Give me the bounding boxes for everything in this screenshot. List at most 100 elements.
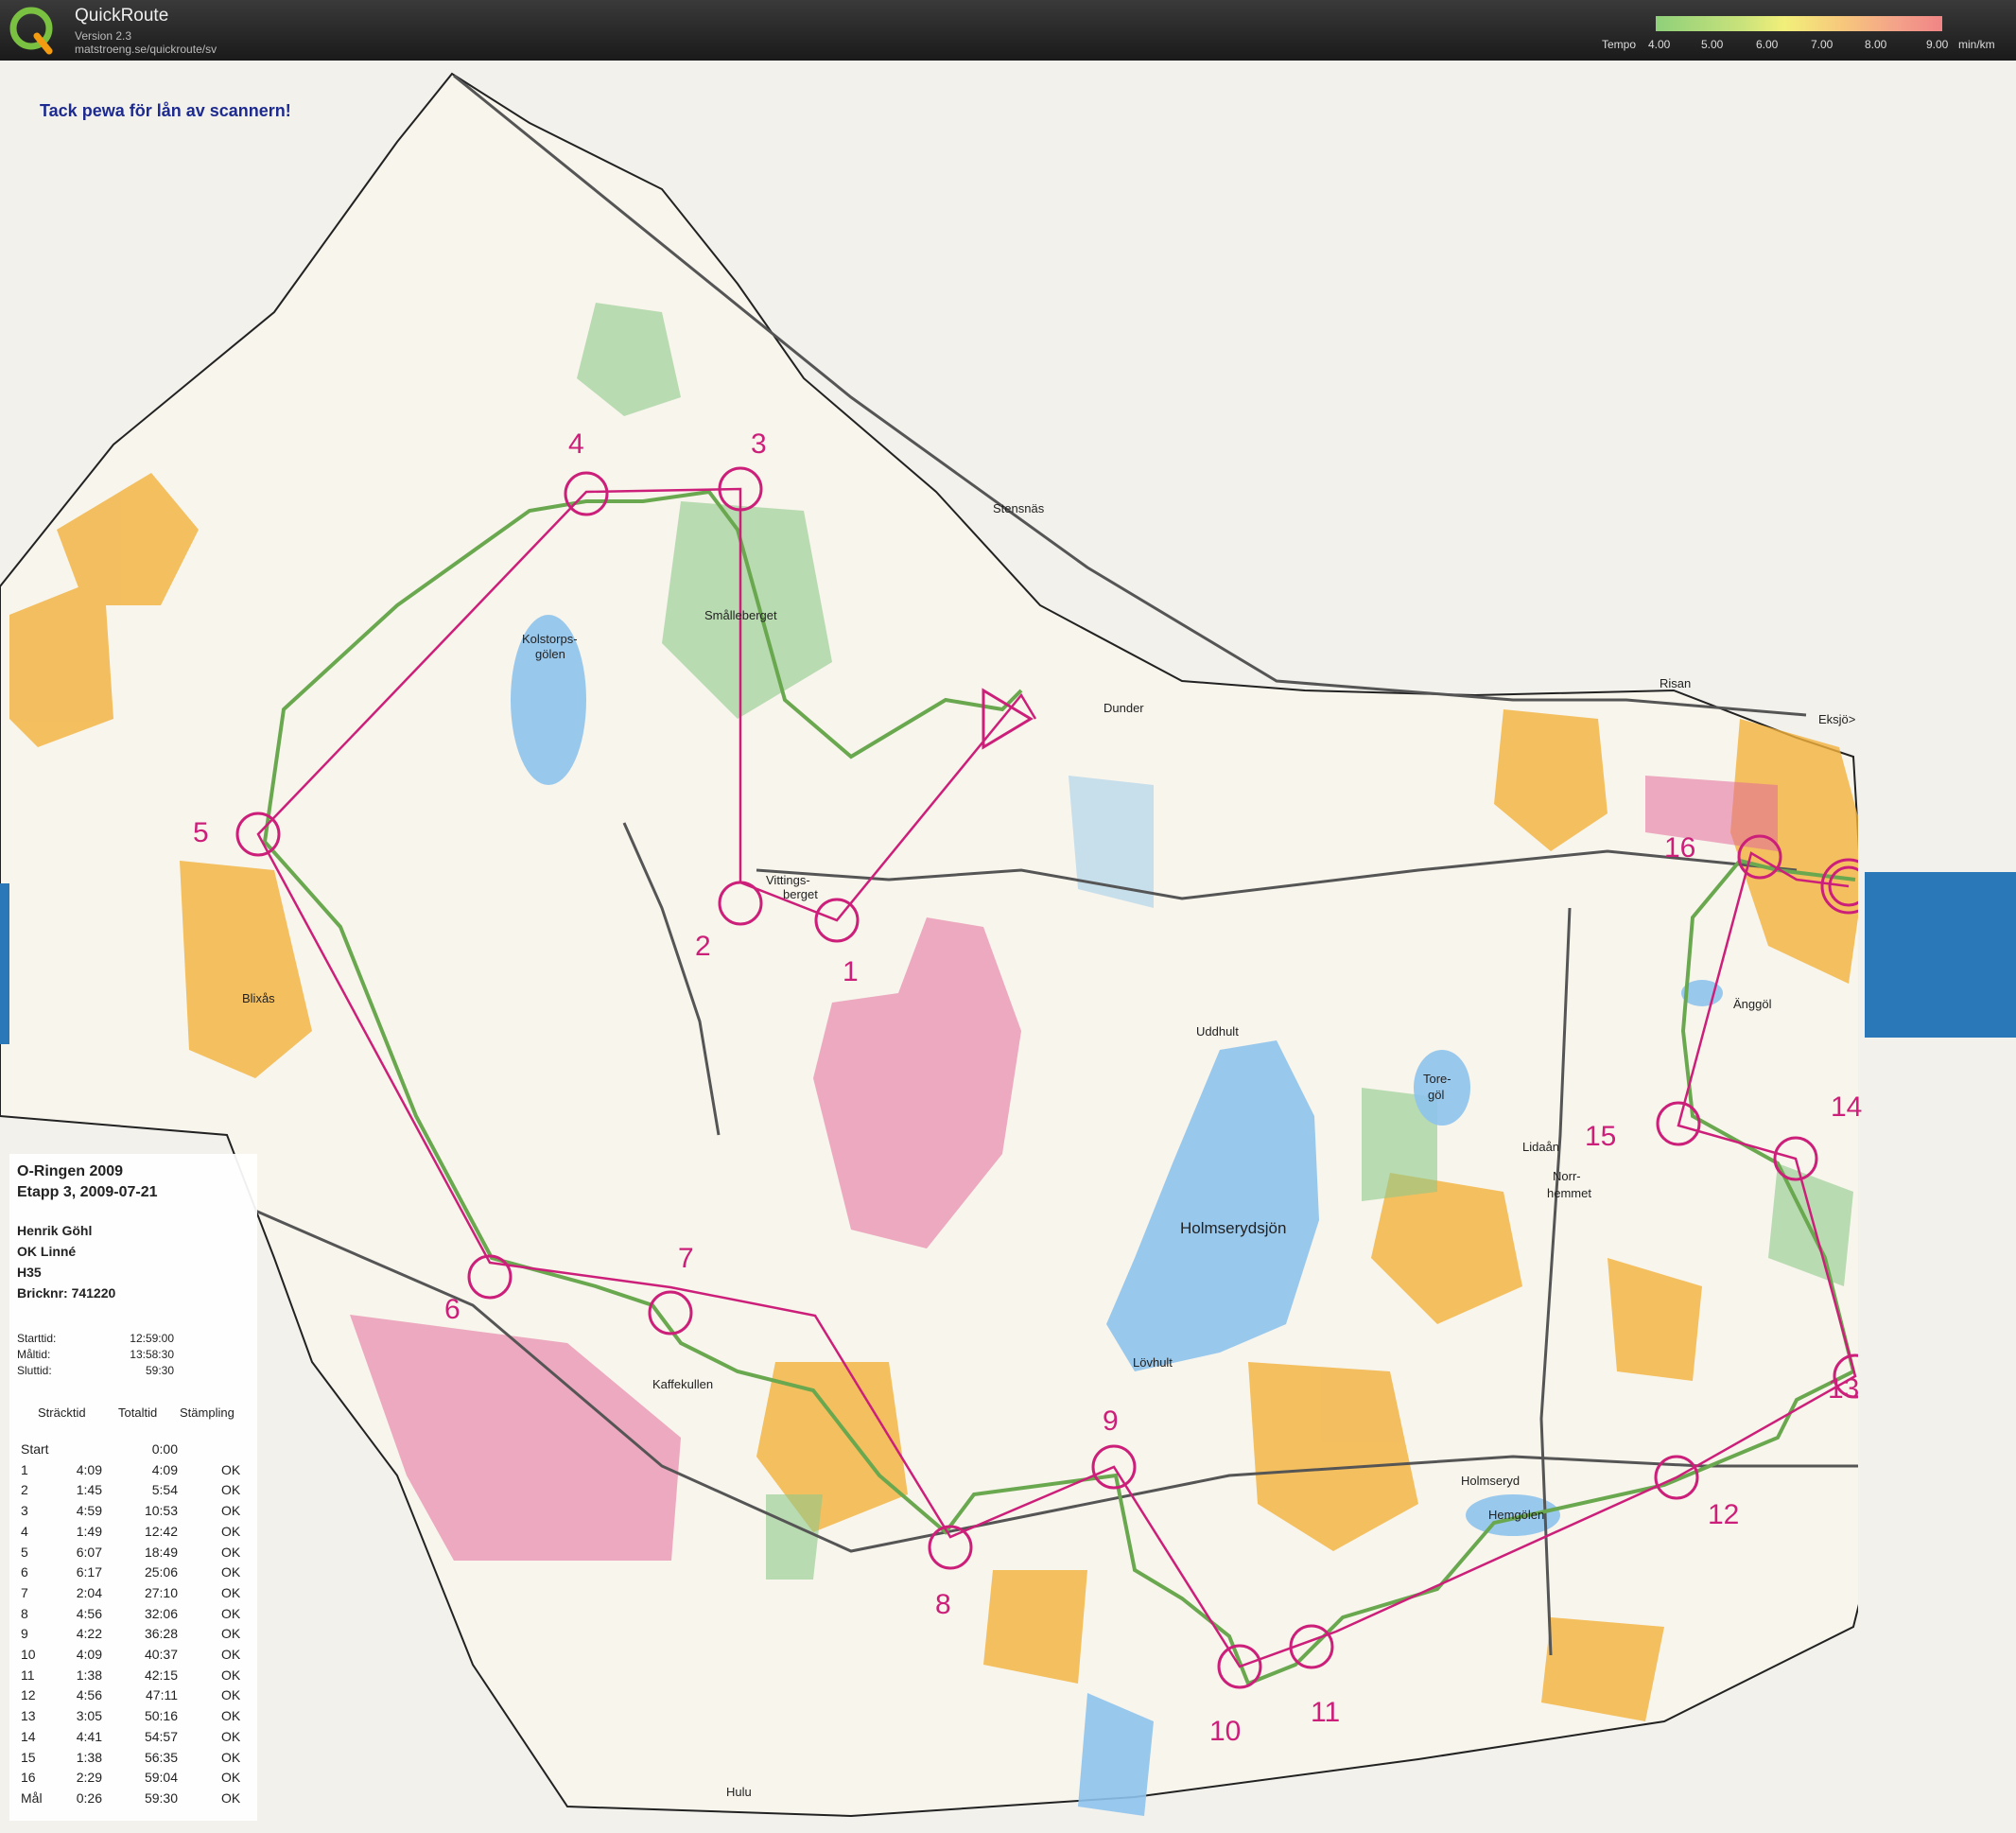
total-time: 10:53	[144, 1503, 178, 1519]
scan-edge-right	[1865, 872, 2016, 1038]
table-row: 3 4:59 10:53 OK	[9, 1503, 257, 1524]
split-leg: Mål	[21, 1789, 43, 1806]
table-row: 2 1:45 5:54 OK	[9, 1482, 257, 1503]
quickroute-logo-icon	[9, 7, 53, 55]
split-leg: Start	[21, 1441, 49, 1457]
stamp-status: OK	[221, 1770, 241, 1786]
table-row: 14 4:41 54:57 OK	[9, 1729, 257, 1750]
quickroute-window: QuickRoute Version 2.3 matstroeng.se/qui…	[0, 0, 2016, 1833]
time-key: Sluttid:	[17, 1364, 52, 1377]
total-time: 36:28	[144, 1626, 178, 1642]
app-url[interactable]: matstroeng.se/quickroute/sv	[75, 43, 217, 56]
split-leg: 16	[21, 1770, 36, 1786]
place-label: Risan	[1660, 676, 1692, 690]
total-time: 4:09	[151, 1461, 178, 1477]
title-bar: QuickRoute Version 2.3 matstroeng.se/qui…	[0, 0, 2016, 61]
result-panel: O-Ringen 2009 Etapp 3, 2009-07-21 Henrik…	[9, 1154, 257, 1821]
split-time: 4:09	[76, 1461, 102, 1477]
event-title: O-Ringen 2009	[17, 1163, 124, 1179]
pace-tick: 8.00	[1865, 38, 1887, 51]
split-time: 4:56	[76, 1605, 102, 1621]
total-time: 27:10	[144, 1584, 178, 1600]
split-time: 4:41	[76, 1728, 102, 1744]
orienteering-map[interactable]	[0, 61, 2016, 1833]
stamp-status: OK	[221, 1749, 241, 1765]
split-leg: 7	[21, 1584, 28, 1600]
stamp-status: OK	[221, 1461, 241, 1477]
stage-title: Etapp 3, 2009-07-21	[17, 1184, 158, 1200]
app-name: QuickRoute	[75, 6, 169, 26]
table-row: 11 1:38 42:15 OK	[9, 1667, 257, 1688]
split-time: 2:29	[76, 1770, 102, 1786]
stamp-status: OK	[221, 1523, 241, 1539]
split-leg: 8	[21, 1605, 28, 1621]
place-label: Norr-	[1553, 1169, 1581, 1183]
control-number: 7	[678, 1243, 694, 1274]
stamp-status: OK	[221, 1482, 241, 1498]
table-row: Start 0:00	[9, 1441, 257, 1462]
table-row: 13 3:05 50:16 OK	[9, 1708, 257, 1729]
table-row: 8 4:56 32:06 OK	[9, 1606, 257, 1627]
stamp-status: OK	[221, 1728, 241, 1744]
split-time: 6:07	[76, 1544, 102, 1560]
split-leg: 13	[21, 1708, 36, 1724]
split-time: 1:49	[76, 1523, 102, 1539]
place-label: Uddhult	[1196, 1024, 1239, 1039]
split-leg: 2	[21, 1482, 28, 1498]
table-row: 15 1:38 56:35 OK	[9, 1750, 257, 1771]
col-header-total: Totaltid	[118, 1405, 158, 1420]
table-row: 16 2:29 59:04 OK	[9, 1770, 257, 1790]
control-number: 6	[444, 1294, 461, 1325]
control-number: 2	[695, 931, 711, 962]
split-leg: 14	[21, 1728, 36, 1744]
split-time: 1:38	[76, 1749, 102, 1765]
runner-name: Henrik Göhl	[17, 1223, 93, 1238]
control-number: 13	[1828, 1373, 1860, 1405]
control-number: 3	[751, 428, 767, 460]
place-label: gölen	[535, 647, 565, 661]
total-time: 47:11	[146, 1687, 178, 1703]
split-time: 4:56	[76, 1687, 102, 1703]
split-leg: 9	[21, 1626, 28, 1642]
control-number: 4	[568, 428, 584, 460]
scan-edge-left	[0, 883, 9, 1044]
runner-class: H35	[17, 1265, 42, 1280]
split-leg: 10	[21, 1647, 36, 1662]
place-label: Tore-	[1423, 1072, 1451, 1086]
place-label: Lövhult	[1133, 1355, 1173, 1370]
control-number: 1	[843, 956, 859, 987]
place-label: Blixås	[242, 991, 275, 1005]
place-label: Smålleberget	[704, 608, 777, 622]
split-leg: 6	[21, 1564, 28, 1580]
table-row: 4 1:49 12:42 OK	[9, 1524, 257, 1545]
split-leg: 4	[21, 1523, 28, 1539]
stamp-status: OK	[221, 1503, 241, 1519]
pace-tick: 6.00	[1756, 38, 1779, 51]
stamp-status: OK	[221, 1605, 241, 1621]
place-label: hemmet	[1547, 1186, 1591, 1200]
total-time: 32:06	[144, 1605, 178, 1621]
split-leg: 15	[21, 1749, 36, 1765]
col-header-stamp: Stämpling	[180, 1405, 235, 1420]
total-time: 12:42	[144, 1523, 178, 1539]
total-time: 59:04	[144, 1770, 178, 1786]
place-label: Dunder	[1104, 701, 1144, 715]
time-key: Starttid:	[17, 1332, 57, 1345]
pace-tick: 9.00	[1926, 38, 1949, 51]
control-number: 12	[1708, 1499, 1740, 1530]
control-number: 11	[1311, 1697, 1341, 1728]
stamp-status: OK	[221, 1564, 241, 1580]
place-label: Kolstorps-	[522, 632, 578, 646]
split-time: 4:09	[76, 1647, 102, 1662]
table-row: 5 6:07 18:49 OK	[9, 1545, 257, 1565]
pace-tick: 4.00	[1648, 38, 1671, 51]
control-number: 15	[1585, 1121, 1617, 1152]
total-time: 59:30	[144, 1789, 178, 1806]
pace-tick: 7.00	[1811, 38, 1834, 51]
table-row: 7 2:04 27:10 OK	[9, 1585, 257, 1606]
split-leg: 3	[21, 1503, 28, 1519]
stamp-status: OK	[221, 1789, 241, 1806]
control-number: 10	[1209, 1716, 1242, 1747]
total-time: 5:54	[151, 1482, 178, 1498]
split-leg: 5	[21, 1544, 28, 1560]
